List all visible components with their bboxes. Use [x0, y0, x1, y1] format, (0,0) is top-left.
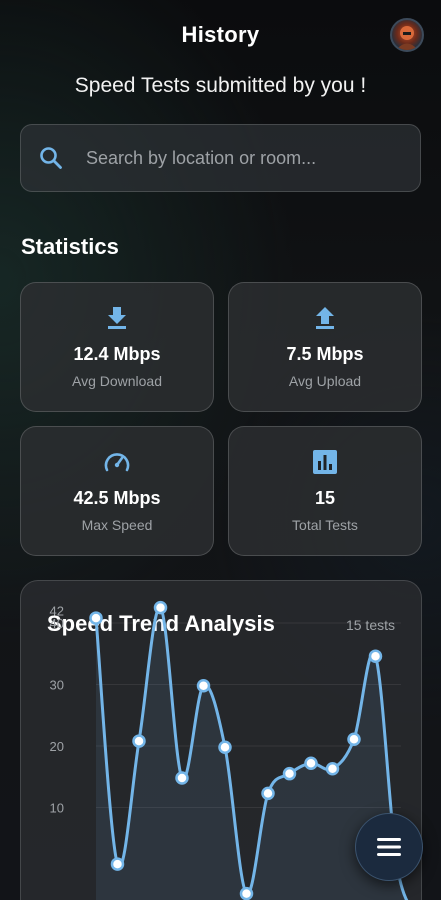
data-point[interactable] — [325, 762, 340, 776]
page-title: History — [181, 22, 260, 47]
data-point[interactable] — [153, 600, 168, 615]
data-point[interactable] — [368, 649, 383, 663]
data-point[interactable] — [239, 886, 254, 900]
avg-upload-value: 7.5 Mbps — [286, 344, 364, 364]
total-tests-card[interactable]: 15 Total Tests — [228, 426, 422, 556]
total-tests-label: Total Tests — [292, 517, 358, 533]
y-tick-label: 10 — [50, 801, 64, 816]
y-tick-label: 42 — [50, 604, 64, 619]
menu-button[interactable] — [355, 813, 423, 881]
avg-download-label: Avg Download — [71, 373, 163, 389]
avatar[interactable] — [390, 18, 424, 52]
data-point[interactable] — [282, 766, 297, 781]
data-point[interactable] — [89, 611, 103, 625]
total-tests-value: 15 — [314, 488, 336, 508]
page-subtitle: Speed Tests submitted by you ! — [74, 74, 367, 97]
data-point[interactable] — [218, 740, 232, 754]
max-speed-value: 42.5 Mbps — [73, 488, 161, 508]
data-point[interactable] — [347, 732, 361, 746]
search-input[interactable] — [86, 147, 406, 169]
data-point[interactable] — [261, 786, 275, 801]
search-icon — [40, 147, 62, 169]
avatar-image — [396, 26, 418, 50]
download-icon — [108, 307, 126, 329]
bar-chart-icon — [313, 450, 337, 474]
max-speed-label: Max Speed — [81, 517, 153, 533]
y-tick-label: 20 — [50, 739, 64, 754]
menu-icon — [377, 838, 401, 856]
search-bar[interactable] — [20, 124, 421, 192]
avg-upload-card[interactable]: 7.5 Mbps Avg Upload — [228, 282, 422, 412]
header: History — [0, 0, 441, 72]
data-point[interactable] — [132, 734, 146, 748]
avg-download-value: 12.4 Mbps — [73, 344, 161, 364]
max-speed-card[interactable]: 42.5 Mbps Max Speed — [20, 426, 214, 556]
statistics-title: Statistics — [21, 234, 119, 259]
avg-download-card[interactable]: 12.4 Mbps Avg Download — [20, 282, 214, 412]
data-point[interactable] — [175, 771, 189, 785]
y-tick-label: 30 — [50, 678, 64, 693]
speedometer-icon — [104, 453, 130, 472]
data-point[interactable] — [304, 756, 318, 770]
data-point[interactable] — [196, 678, 211, 693]
avg-upload-label: Avg Upload — [288, 373, 362, 389]
data-point[interactable] — [110, 857, 125, 871]
upload-icon — [316, 307, 334, 329]
